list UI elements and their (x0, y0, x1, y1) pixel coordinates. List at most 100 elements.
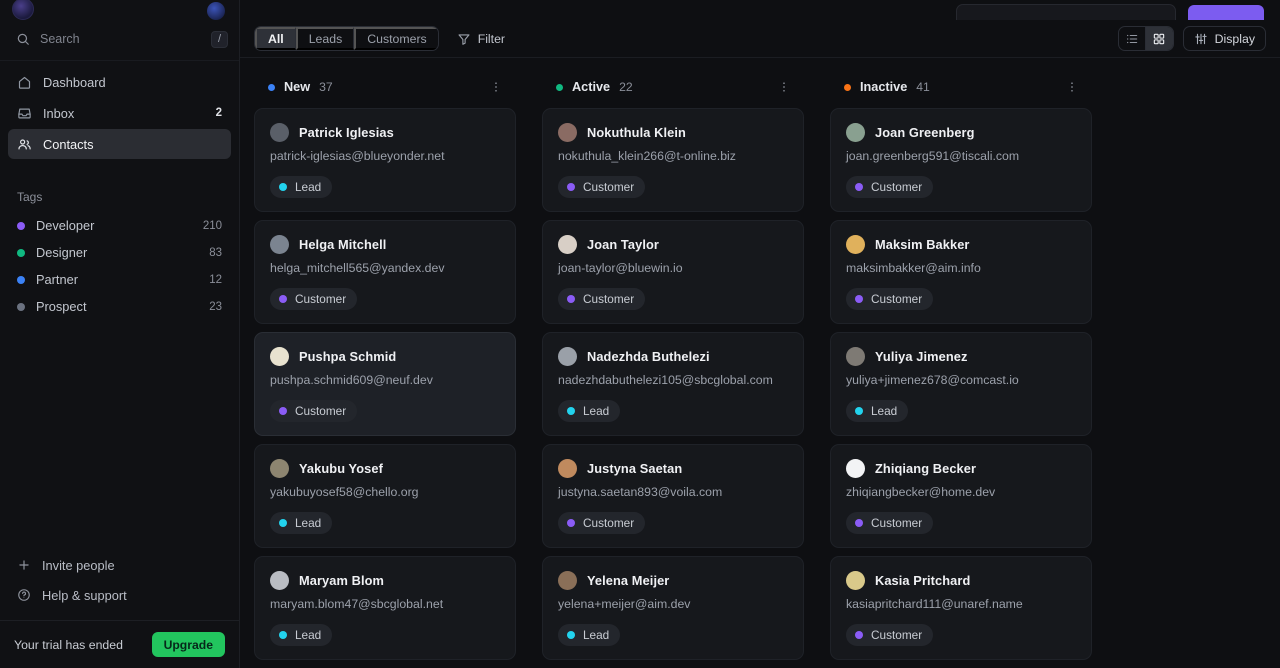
column-count: 22 (619, 80, 633, 94)
invite-people-button[interactable]: Invite people (0, 550, 239, 580)
card-header: Maryam Blom (270, 571, 500, 590)
contact-email: joan.greenberg591@tiscali.com (846, 149, 1076, 163)
primary-action-button[interactable] (1188, 5, 1264, 20)
badge-dot (567, 519, 575, 527)
contact-card[interactable]: Nokuthula Klein nokuthula_klein266@t-onl… (542, 108, 804, 212)
contacts-icon (17, 137, 32, 152)
search-input[interactable] (40, 32, 201, 46)
plus-icon (17, 558, 31, 572)
board-column-inactive: Inactive 41 Joan Greenberg joan.greenber… (830, 74, 1092, 668)
contact-card[interactable]: Pushpa Schmid pushpa.schmid609@neuf.dev … (254, 332, 516, 436)
tag-count: 83 (209, 247, 222, 259)
contact-email: patrick-iglesias@blueyonder.net (270, 149, 500, 163)
contact-card[interactable]: Kasia Pritchard kasiapritchard111@unaref… (830, 556, 1092, 660)
sidebar-item-contacts[interactable]: Contacts (8, 129, 231, 159)
tab-customers[interactable]: Customers (354, 27, 437, 50)
tag-item-prospect[interactable]: Prospect 23 (0, 293, 239, 320)
contact-card[interactable]: Yakubu Yosef yakubuyosef58@chello.org Le… (254, 444, 516, 548)
tag-label: Prospect (36, 299, 87, 314)
avatar (558, 123, 577, 142)
contact-name: Yuliya Jimenez (875, 349, 967, 364)
contact-name: Nadezhda Buthelezi (587, 349, 710, 364)
contact-name: Nokuthula Klein (587, 125, 686, 140)
sidebar-item-dashboard[interactable]: Dashboard (8, 67, 231, 97)
workspace-logo[interactable] (12, 0, 34, 20)
main-content: All Leads Customers Filter (240, 0, 1280, 668)
card-header: Joan Greenberg (846, 123, 1076, 142)
column-menu-icon[interactable] (1062, 80, 1082, 94)
tag-badge: Lead (558, 400, 620, 422)
column-menu-icon[interactable] (774, 80, 794, 94)
sidebar-search[interactable]: / (8, 24, 231, 54)
contact-card[interactable]: Helga Mitchell helga_mitchell565@yandex.… (254, 220, 516, 324)
tag-item-partner[interactable]: Partner 12 (0, 266, 239, 293)
contact-email: maksimbakker@aim.info (846, 261, 1076, 275)
toolbar-right: Display (1118, 26, 1266, 51)
tab-all[interactable]: All (255, 27, 296, 50)
tab-leads[interactable]: Leads (296, 27, 355, 50)
column-count: 37 (319, 80, 333, 94)
contact-card[interactable]: Patrick Iglesias patrick-iglesias@blueyo… (254, 108, 516, 212)
contact-card[interactable]: Yuliya Jimenez yuliya+jimenez678@comcast… (830, 332, 1092, 436)
avatar (558, 235, 577, 254)
contact-email: joan-taylor@bluewin.io (558, 261, 788, 275)
contact-card[interactable]: Maksim Bakker maksimbakker@aim.info Cust… (830, 220, 1092, 324)
global-search-field[interactable] (956, 4, 1176, 20)
badge-dot (279, 519, 287, 527)
badge-dot (855, 519, 863, 527)
contact-card[interactable]: Justyna Saetan justyna.saetan893@voila.c… (542, 444, 804, 548)
column-header: New 37 (254, 74, 516, 100)
avatar (846, 459, 865, 478)
badge-dot (855, 631, 863, 639)
contact-card[interactable]: Nadezhda Buthelezi nadezhdabuthelezi105@… (542, 332, 804, 436)
contact-email: yakubuyosef58@chello.org (270, 485, 500, 499)
search-shortcut-badge: / (211, 31, 228, 48)
list-view-icon[interactable] (1119, 27, 1146, 50)
card-header: Zhiqiang Becker (846, 459, 1076, 478)
kanban-board: New 37 Patrick Iglesias patrick-iglesias… (240, 58, 1280, 668)
contact-card[interactable]: Zhiqiang Becker zhiqiangbecker@home.dev … (830, 444, 1092, 548)
grid-view-icon[interactable] (1146, 27, 1173, 50)
upgrade-button[interactable]: Upgrade (152, 632, 225, 657)
tag-badge: Customer (846, 288, 933, 310)
inbox-unread-count: 2 (216, 107, 222, 119)
brand-row (0, 0, 239, 22)
badge-label: Customer (871, 516, 922, 530)
avatar (558, 459, 577, 478)
column-menu-icon[interactable] (486, 80, 506, 94)
display-button[interactable]: Display (1183, 26, 1266, 51)
avatar (846, 347, 865, 366)
badge-label: Customer (583, 292, 634, 306)
badge-label: Customer (583, 516, 634, 530)
contact-name: Maksim Bakker (875, 237, 970, 252)
trial-banner: Your trial has ended Upgrade (0, 620, 239, 668)
tags-section-title: Tags (0, 190, 239, 204)
contact-name: Joan Taylor (587, 237, 659, 252)
tag-badge: Customer (558, 176, 645, 198)
tag-item-designer[interactable]: Designer 83 (0, 239, 239, 266)
sidebar-item-inbox[interactable]: Inbox 2 (8, 98, 231, 128)
help-support-button[interactable]: Help & support (0, 580, 239, 610)
tag-badge: Customer (270, 288, 357, 310)
user-avatar[interactable] (207, 2, 225, 20)
avatar (558, 347, 577, 366)
card-header: Yakubu Yosef (270, 459, 500, 478)
column-title: New (284, 80, 310, 94)
tag-badge: Customer (558, 512, 645, 534)
avatar (846, 235, 865, 254)
top-strip (240, 0, 1280, 20)
contact-name: Kasia Pritchard (875, 573, 970, 588)
funnel-icon (457, 32, 471, 46)
home-icon (17, 75, 32, 90)
column-status-dot (268, 84, 275, 91)
contact-card[interactable]: Joan Taylor joan-taylor@bluewin.io Custo… (542, 220, 804, 324)
card-header: Pushpa Schmid (270, 347, 500, 366)
contact-card[interactable]: Maryam Blom maryam.blom47@sbcglobal.net … (254, 556, 516, 660)
contact-email: zhiqiangbecker@home.dev (846, 485, 1076, 499)
contact-card[interactable]: Yelena Meijer yelena+meijer@aim.dev Lead (542, 556, 804, 660)
avatar (270, 347, 289, 366)
card-header: Helga Mitchell (270, 235, 500, 254)
filter-button[interactable]: Filter (453, 28, 509, 50)
contact-card[interactable]: Joan Greenberg joan.greenberg591@tiscali… (830, 108, 1092, 212)
tag-item-developer[interactable]: Developer 210 (0, 212, 239, 239)
